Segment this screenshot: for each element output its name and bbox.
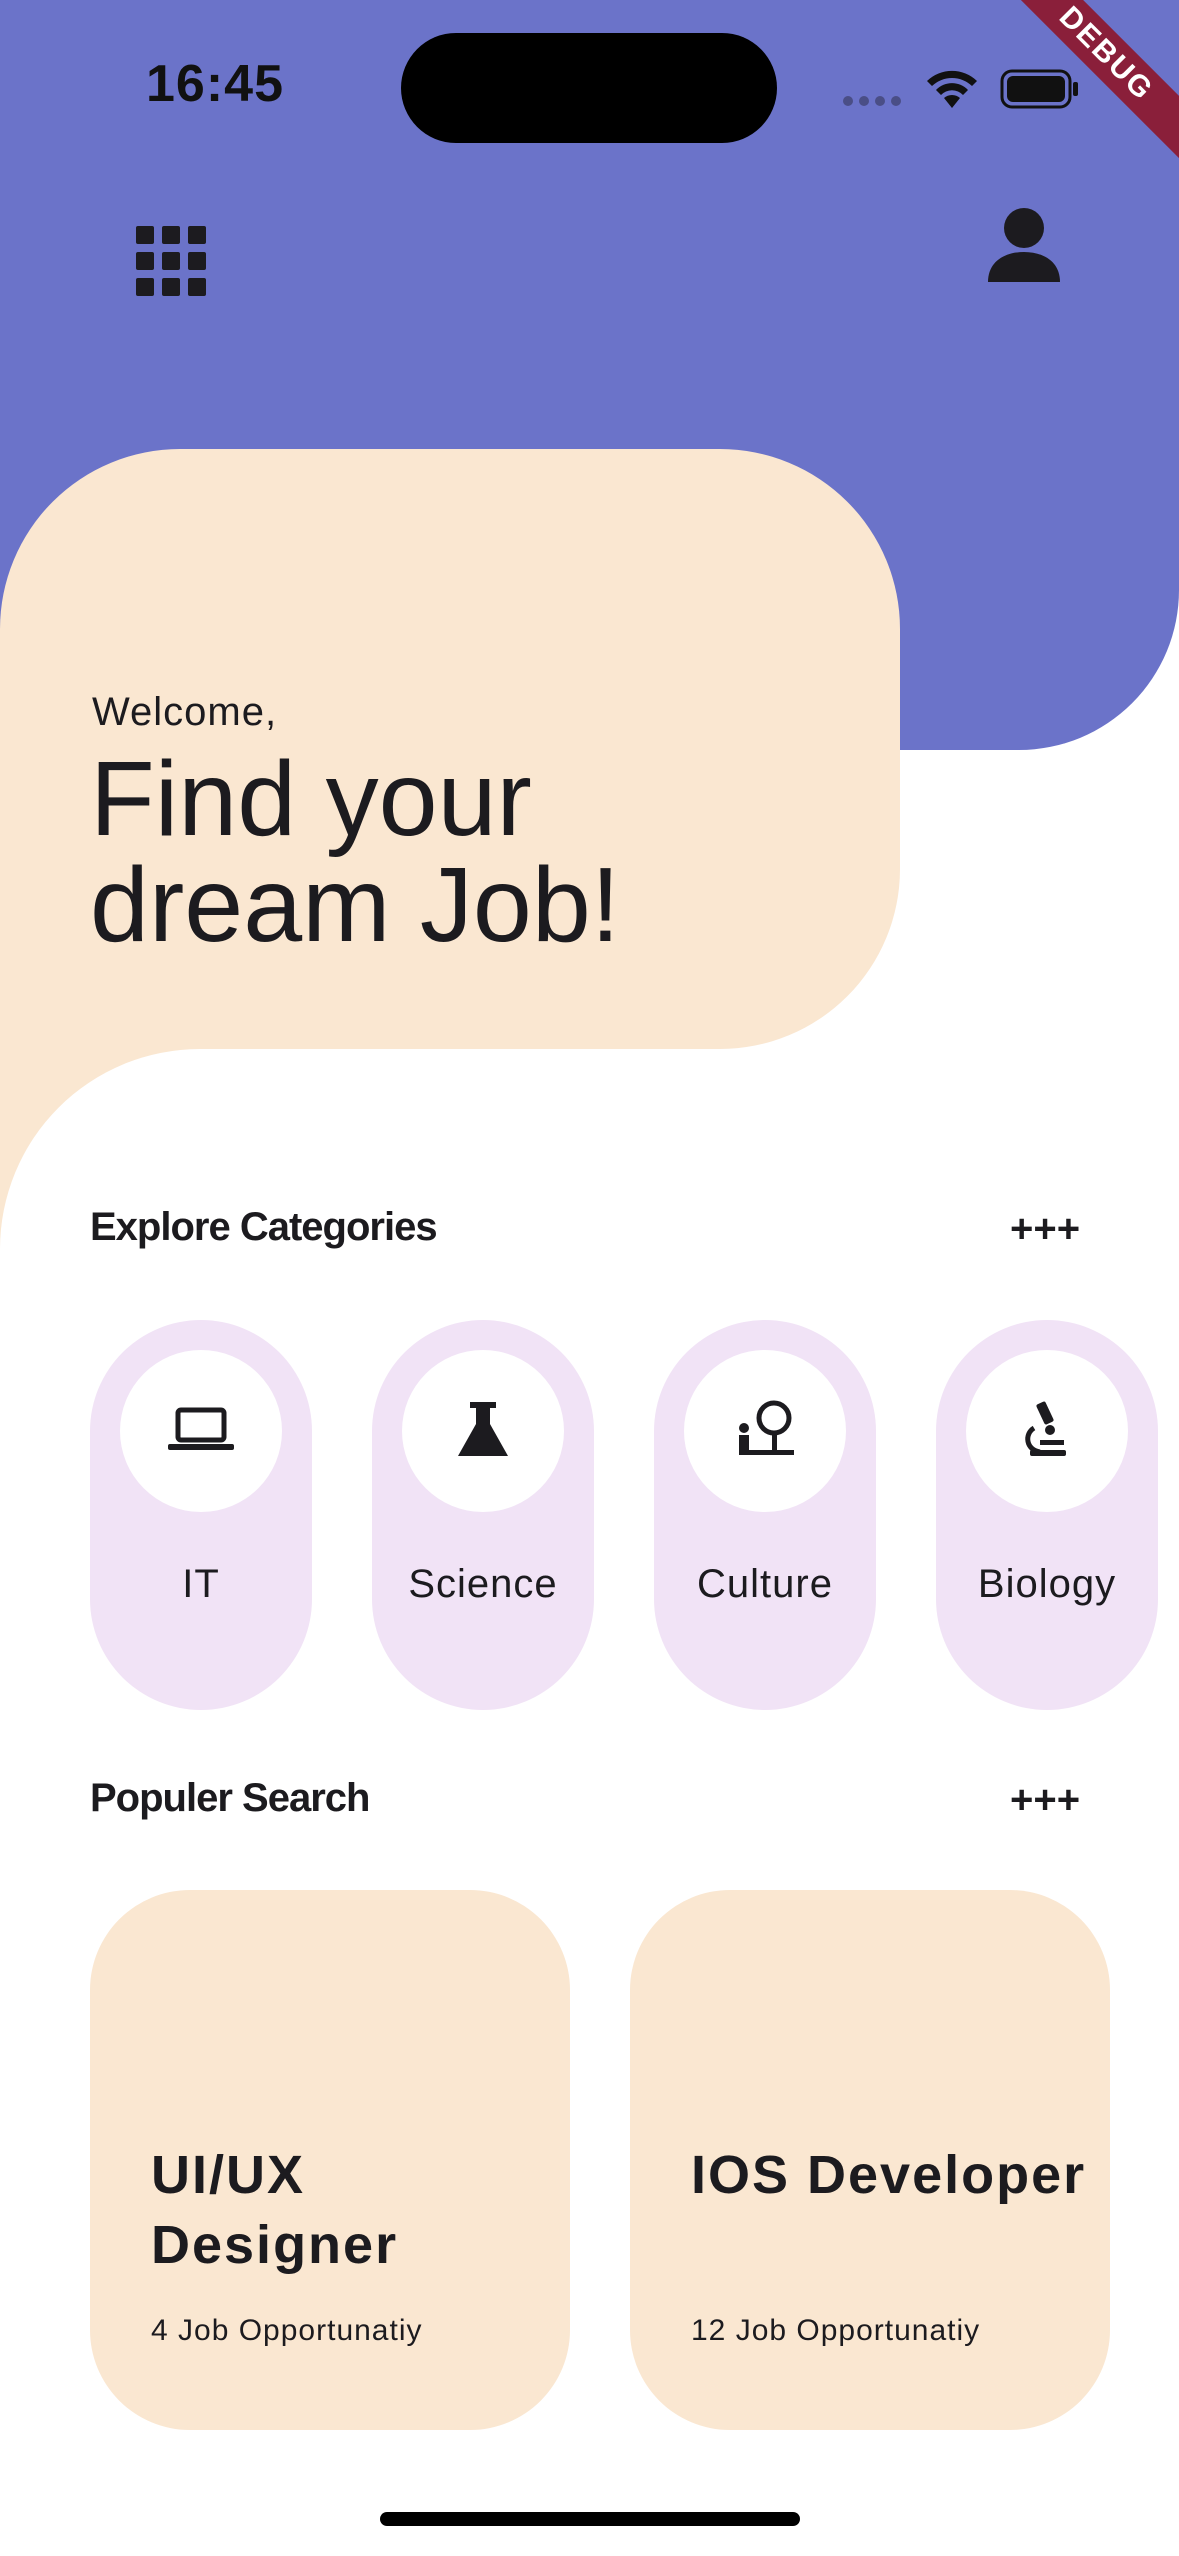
dynamic-island xyxy=(401,33,777,143)
categories-title: Explore Categories xyxy=(90,1205,438,1249)
category-icon-container xyxy=(120,1350,282,1512)
welcome-title: Find your dream Job! xyxy=(90,740,621,964)
categories-list: IT Science Culture Biology xyxy=(90,1320,1179,1710)
cellular-signal-icon xyxy=(843,96,901,106)
category-icon-container xyxy=(402,1350,564,1512)
status-time: 16:45 xyxy=(146,55,284,113)
category-label: Science xyxy=(408,1562,558,1606)
battery-icon xyxy=(1000,69,1078,109)
categories-more-button[interactable]: +++ xyxy=(1010,1207,1080,1252)
popular-title: Populer Search xyxy=(90,1776,370,1820)
grid-menu-icon[interactable] xyxy=(136,226,206,296)
popular-more-button[interactable]: +++ xyxy=(1010,1778,1080,1823)
category-label: Culture xyxy=(697,1562,833,1606)
job-card-uiux[interactable]: UI/UX Designer 4 Job Opportunatiy xyxy=(90,1890,570,2430)
category-label: Biology xyxy=(977,1562,1117,1606)
category-icon-container xyxy=(966,1350,1128,1512)
microscope-icon xyxy=(1025,1401,1066,1456)
category-biology[interactable]: Biology xyxy=(936,1320,1158,1710)
home-indicator[interactable] xyxy=(380,2512,800,2526)
job-count: 12 Job Opportunatiy xyxy=(691,2314,981,2347)
job-title: UI/UX Designer xyxy=(151,2145,399,2275)
category-icon-container xyxy=(684,1350,846,1512)
welcome-greeting: Welcome, xyxy=(92,690,278,734)
laptop-icon xyxy=(168,1407,234,1450)
job-count: 4 Job Opportunatiy xyxy=(151,2314,423,2347)
category-science[interactable]: Science xyxy=(372,1320,594,1710)
category-it[interactable]: IT xyxy=(90,1320,312,1710)
category-culture[interactable]: Culture xyxy=(654,1320,876,1710)
job-title: IOS Developer xyxy=(691,2145,1087,2205)
job-card-ios[interactable]: IOS Developer 12 Job Opportunatiy xyxy=(630,1890,1110,2430)
wifi-icon xyxy=(927,70,977,108)
person-icon[interactable] xyxy=(984,206,1064,286)
flask-icon xyxy=(458,1402,508,1456)
category-label: IT xyxy=(182,1562,220,1606)
museum-icon xyxy=(739,1400,794,1455)
